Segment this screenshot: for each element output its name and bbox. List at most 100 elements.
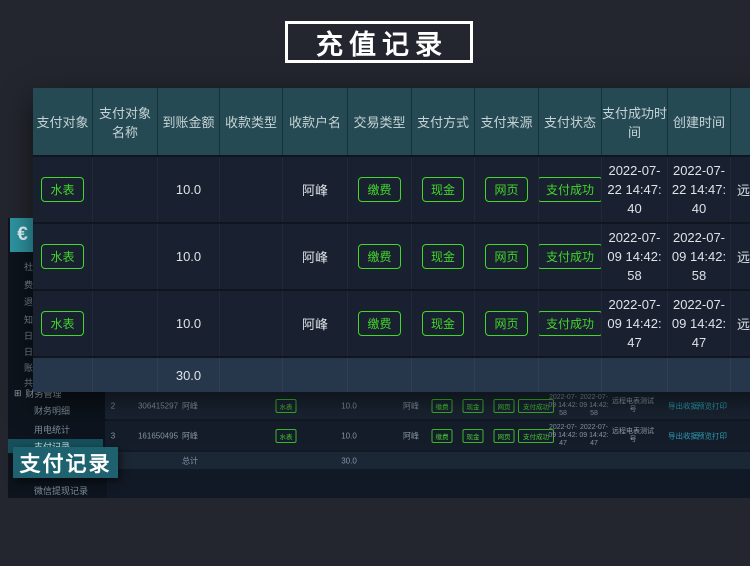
sidebar-clipped-item[interactable]: 知 bbox=[24, 315, 33, 327]
sidebar-item-power-stats[interactable]: 用电统计 bbox=[8, 422, 103, 436]
header-pay-method: 支付方式 bbox=[412, 88, 475, 155]
sidebar-clipped-item[interactable]: 日 bbox=[24, 347, 33, 359]
export-receipt-link[interactable]: 导出收据 bbox=[668, 430, 698, 441]
device-name: 远程电表测试号 bbox=[609, 398, 657, 414]
pay-target-badge: 水表 bbox=[41, 177, 83, 202]
pay-target-badge: 水表 bbox=[41, 311, 83, 336]
pay-source-badge: 网页 bbox=[494, 399, 515, 413]
table-row[interactable]: 水表 10.0 阿峰 缴费 现金 网页 支付成功 2022-07- 09 14:… bbox=[33, 289, 750, 356]
sidebar-clipped-item[interactable]: 退 bbox=[24, 297, 33, 309]
header-trade-type: 交易类型 bbox=[348, 88, 412, 155]
create-time: 2022-07- 09 14:42: 58 bbox=[579, 394, 608, 418]
pay-method-badge: 现金 bbox=[422, 244, 464, 269]
header-recv-type: 收款类型 bbox=[220, 88, 283, 155]
header-extra bbox=[731, 88, 750, 155]
account-name: 阿峰 bbox=[403, 430, 419, 441]
create-time: 2022-07- 09 14:42: 47 bbox=[579, 424, 608, 448]
device-name: 远程电表测试号 bbox=[609, 428, 657, 444]
app-logo[interactable]: € bbox=[10, 218, 35, 252]
pay-method-badge: 现金 bbox=[422, 177, 464, 202]
pay-source-badge: 网页 bbox=[485, 177, 527, 202]
grid-icon: ⊞ bbox=[14, 388, 22, 399]
page-title: 充值记录 bbox=[285, 21, 473, 63]
pay-status-badge: 支付成功 bbox=[539, 244, 602, 269]
header-success-time: 支付成功时间 bbox=[602, 88, 668, 155]
success-time: 2022-07- 22 14:47: 40 bbox=[602, 157, 668, 222]
account-name: 阿峰 bbox=[403, 400, 419, 411]
device-name-clipped: 远 bbox=[731, 291, 750, 356]
account-name: 阿峰 bbox=[283, 291, 348, 356]
trade-type-badge: 缴费 bbox=[358, 177, 400, 202]
create-time: 2022-07- 09 14:42: 58 bbox=[668, 224, 731, 289]
table-total-row: 总计 30.0 bbox=[105, 452, 750, 469]
table-header-row: 支付对象 支付对象名称 到账金额 收款类型 收款户名 交易类型 支付方式 支付来… bbox=[33, 88, 750, 155]
payment-records-callout: 支付记录 bbox=[13, 447, 118, 478]
pay-method-badge: 现金 bbox=[422, 311, 464, 336]
recv-type bbox=[220, 157, 283, 222]
pay-method-badge: 现金 bbox=[463, 429, 484, 443]
sidebar-clipped-item[interactable]: 日 bbox=[24, 331, 33, 343]
sidebar-clipped-item[interactable]: 费 bbox=[24, 280, 33, 292]
success-time: 2022-07- 09 14:42: 47 bbox=[548, 424, 577, 448]
export-receipt-link[interactable]: 导出收据 bbox=[668, 400, 698, 411]
account-name: 阿峰 bbox=[283, 224, 348, 289]
header-create-time: 创建时间 bbox=[668, 88, 731, 155]
sidebar-clipped-item[interactable]: 社 bbox=[24, 262, 33, 274]
table-row[interactable]: 3 161650495 阿峰 水表 10.0 阿峰 缴费 现金 网页 支付成功 … bbox=[105, 421, 750, 450]
success-time: 2022-07- 09 14:42: 58 bbox=[548, 394, 577, 418]
table-total-row: 30.0 bbox=[33, 356, 750, 392]
header-target-name: 支付对象名称 bbox=[93, 88, 158, 155]
amount: 10.0 bbox=[158, 291, 220, 356]
header-pay-status: 支付状态 bbox=[539, 88, 602, 155]
header-pay-source: 支付来源 bbox=[475, 88, 539, 155]
success-time: 2022-07- 09 14:42: 47 bbox=[602, 291, 668, 356]
sidebar-item-wechat-withdraw-records[interactable]: 微信提现记录 bbox=[8, 483, 103, 497]
pay-target-badge: 水表 bbox=[41, 244, 83, 269]
sidebar-clipped-item[interactable]: 账 bbox=[24, 363, 33, 375]
trade-type-badge: 缴费 bbox=[358, 244, 400, 269]
row-seq: 2 bbox=[111, 401, 115, 410]
recharge-records-table: 支付对象 支付对象名称 到账金额 收款类型 收款户名 交易类型 支付方式 支付来… bbox=[33, 88, 750, 392]
recv-type bbox=[220, 224, 283, 289]
pay-method-badge: 现金 bbox=[463, 399, 484, 413]
pay-source-badge: 网页 bbox=[494, 429, 515, 443]
trade-type-badge: 缴费 bbox=[432, 429, 453, 443]
total-amount: 30.0 bbox=[341, 456, 357, 465]
pay-source-badge: 网页 bbox=[485, 244, 527, 269]
amount: 10.0 bbox=[341, 401, 357, 410]
amount: 10.0 bbox=[158, 157, 220, 222]
pay-status-badge: 支付成功 bbox=[539, 311, 602, 336]
recv-type bbox=[220, 291, 283, 356]
pay-target-badge: 水表 bbox=[276, 399, 297, 413]
payer-name: 阿峰 bbox=[182, 400, 198, 411]
table-row[interactable]: 2 306415297 阿峰 水表 10.0 阿峰 缴费 现金 网页 支付成功 … bbox=[105, 392, 750, 419]
total-label: 总计 bbox=[182, 455, 198, 466]
header-account-name: 收款户名 bbox=[283, 88, 348, 155]
target-name bbox=[93, 157, 158, 222]
sidebar-item-finance-detail[interactable]: 财务明细 bbox=[8, 403, 103, 417]
preview-print-link[interactable]: 预览打印 bbox=[697, 400, 727, 411]
recharge-record-page: { "title": "充值记录", "main_table": { "head… bbox=[0, 0, 750, 566]
header-pay-target: 支付对象 bbox=[33, 88, 93, 155]
amount: 10.0 bbox=[341, 431, 357, 440]
create-time: 2022-07- 09 14:42: 47 bbox=[668, 291, 731, 356]
order-id: 161650495 bbox=[138, 431, 178, 440]
table-row[interactable]: 水表 10.0 阿峰 缴费 现金 网页 支付成功 2022-07- 22 14:… bbox=[33, 155, 750, 222]
create-time: 2022-07- 22 14:47: 40 bbox=[668, 157, 731, 222]
amount: 10.0 bbox=[158, 224, 220, 289]
success-time: 2022-07- 09 14:42: 58 bbox=[602, 224, 668, 289]
pay-target-badge: 水表 bbox=[276, 429, 297, 443]
pay-status-badge: 支付成功 bbox=[539, 177, 602, 202]
total-amount: 30.0 bbox=[158, 358, 220, 392]
header-amount: 到账金额 bbox=[158, 88, 220, 155]
target-name bbox=[93, 224, 158, 289]
order-id: 306415297 bbox=[138, 401, 178, 410]
pay-source-badge: 网页 bbox=[485, 311, 527, 336]
payer-name: 阿峰 bbox=[182, 430, 198, 441]
device-name-clipped: 远 bbox=[731, 224, 750, 289]
preview-print-link[interactable]: 预览打印 bbox=[697, 430, 727, 441]
table-row[interactable]: 水表 10.0 阿峰 缴费 现金 网页 支付成功 2022-07- 09 14:… bbox=[33, 222, 750, 289]
device-name-clipped: 远 bbox=[731, 157, 750, 222]
target-name bbox=[93, 291, 158, 356]
currency-logo-icon: € bbox=[17, 224, 28, 246]
